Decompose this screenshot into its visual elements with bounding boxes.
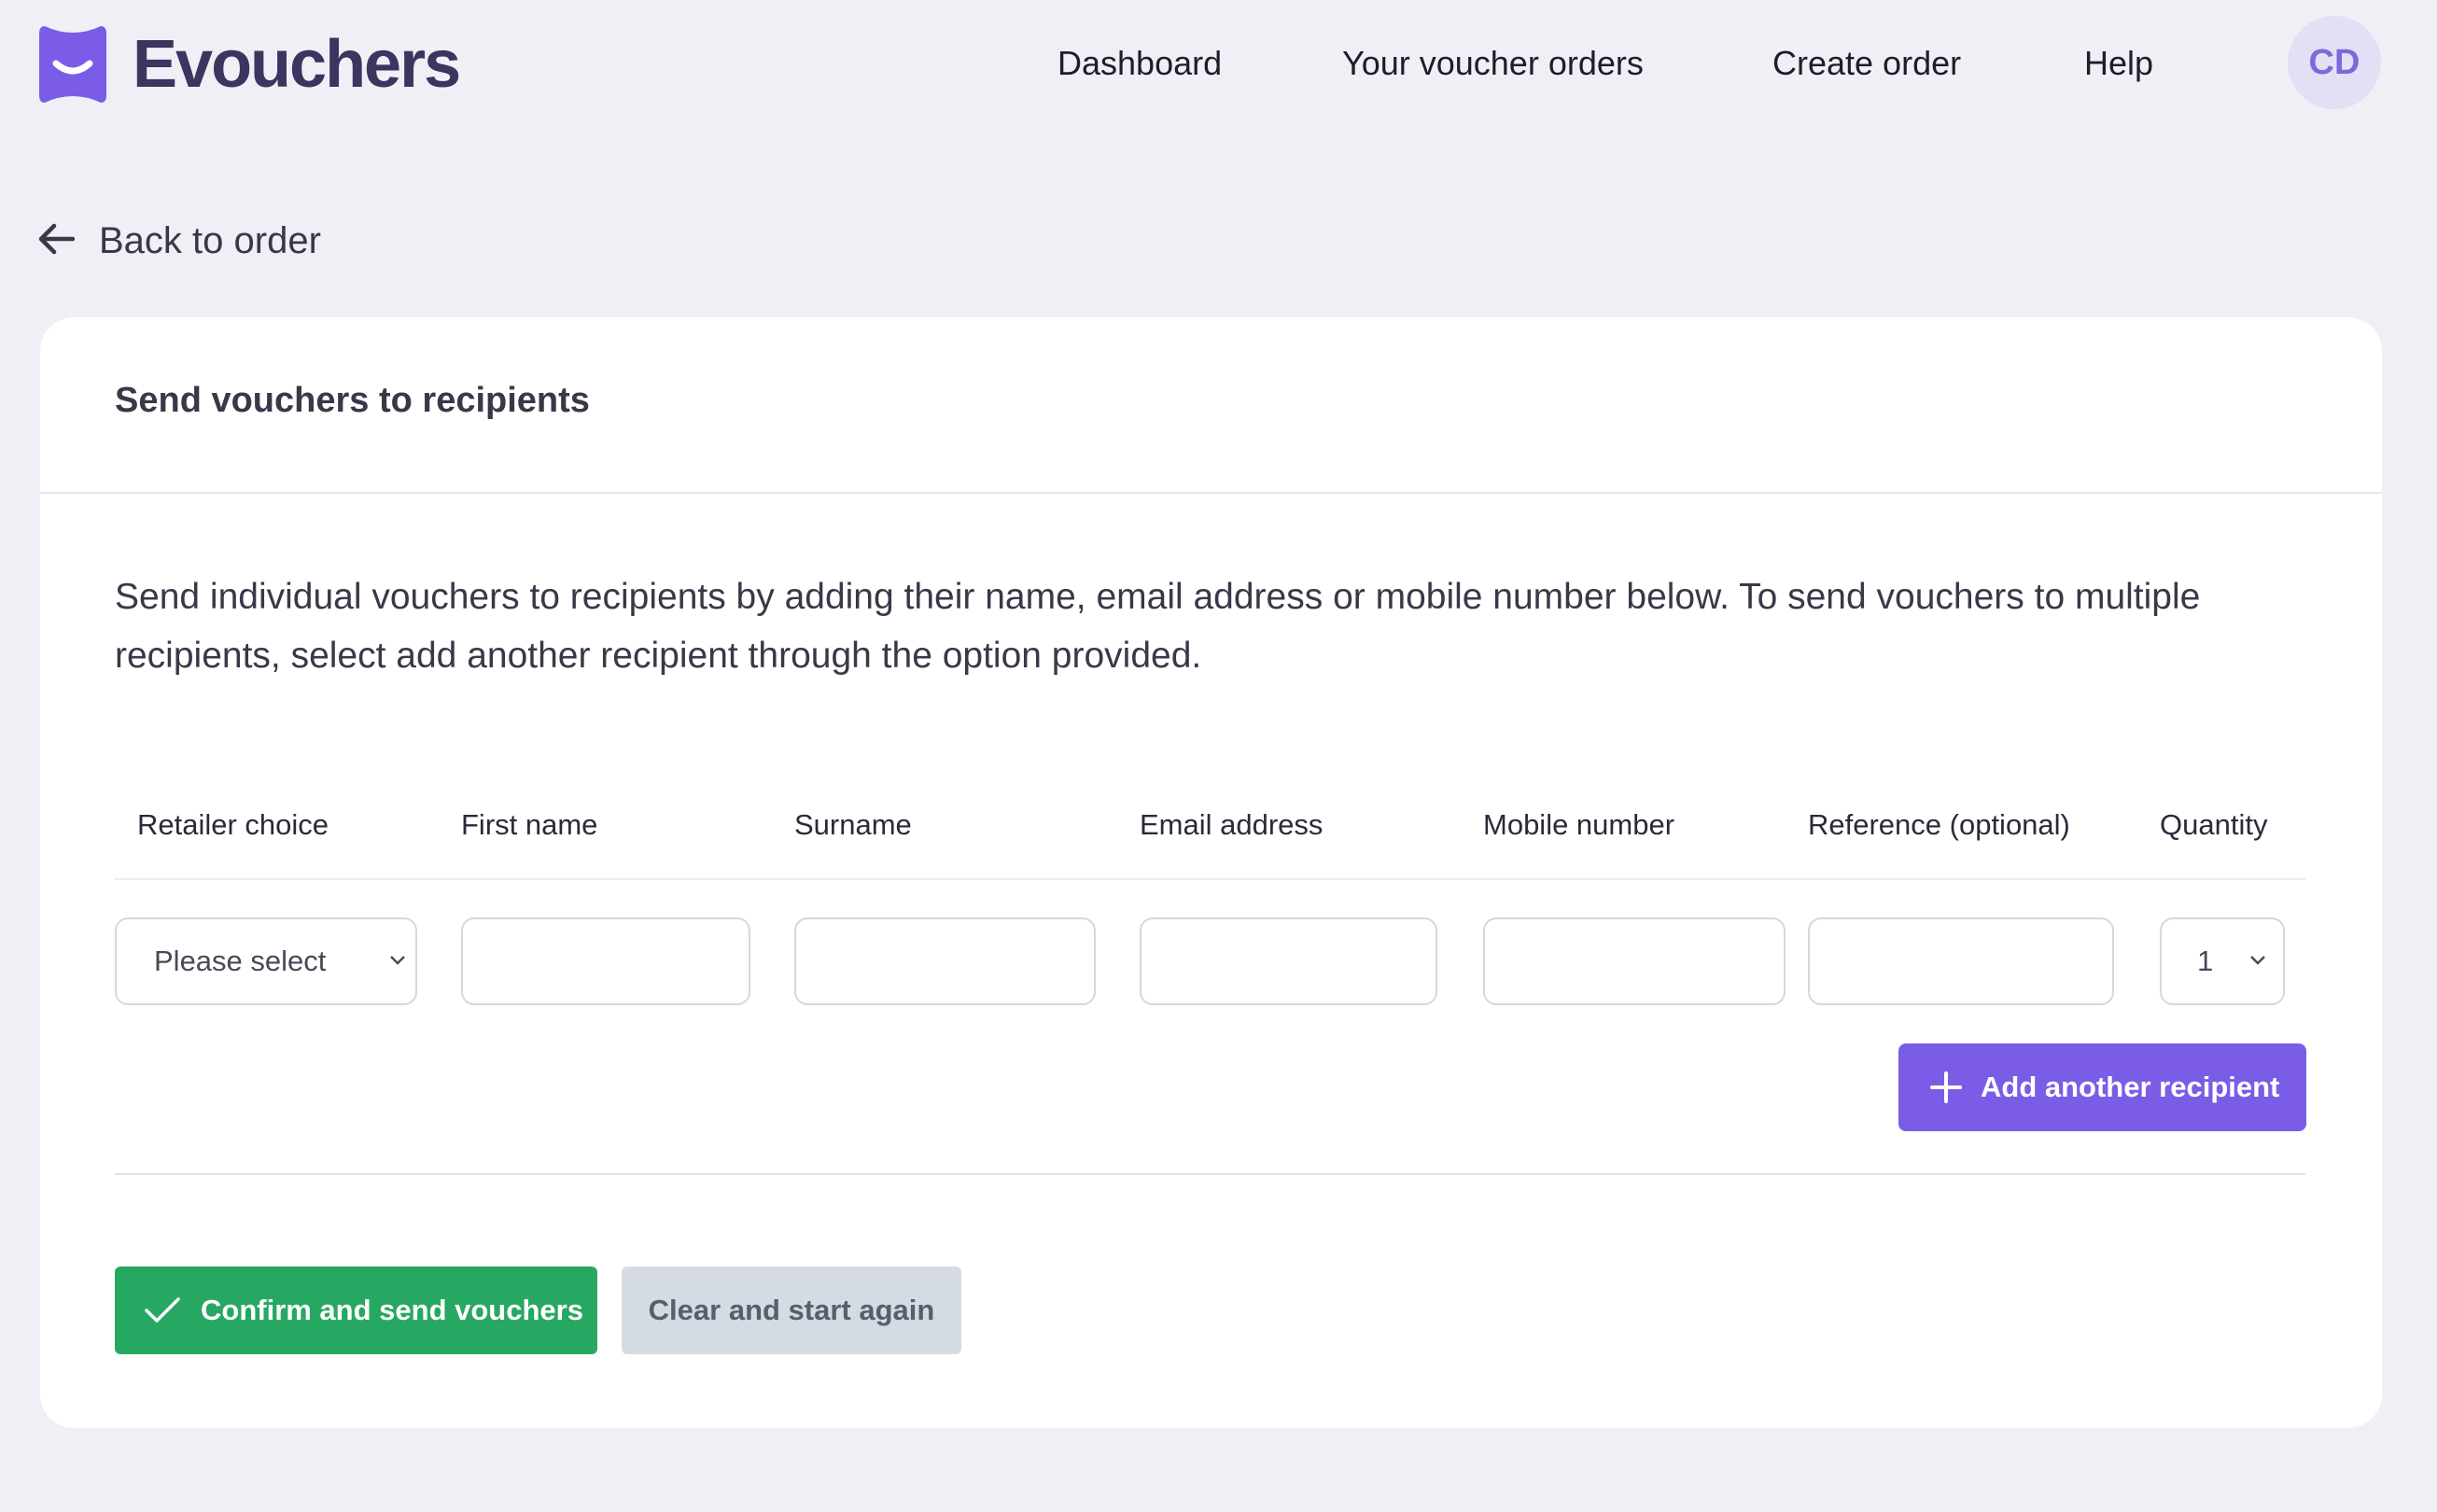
back-link-label: Back to order <box>99 220 321 261</box>
mobile-number-input[interactable] <box>1485 919 1784 1003</box>
col-surname: Surname <box>794 808 912 841</box>
confirm-send-label: Confirm and send vouchers <box>201 1294 583 1326</box>
add-recipient-label: Add another recipient <box>1981 1071 2280 1103</box>
back-to-order-link[interactable]: Back to order <box>37 217 321 265</box>
col-mobile-number: Mobile number <box>1483 808 1675 841</box>
col-retailer-choice: Retailer choice <box>137 808 329 841</box>
first-name-field[interactable] <box>461 917 750 1005</box>
header-row-divider <box>115 878 2305 880</box>
quantity-value: 1 <box>2197 945 2214 977</box>
email-address-input[interactable] <box>1141 919 1436 1003</box>
top-header: Evouchers Dashboard Your voucher orders … <box>0 0 2437 126</box>
surname-input[interactable] <box>796 919 1094 1003</box>
intro-text: Send individual vouchers to recipients b… <box>115 577 2201 676</box>
col-first-name: First name <box>461 808 598 841</box>
quantity-select[interactable]: 1 <box>2160 917 2285 1005</box>
main-nav: Dashboard Your voucher orders Create ord… <box>0 41 2437 86</box>
nav-create-order[interactable]: Create order <box>1772 41 1961 86</box>
col-quantity: Quantity <box>2160 808 2268 841</box>
card-title: Send vouchers to recipients <box>115 381 590 420</box>
surname-field[interactable] <box>794 917 1096 1005</box>
chevron-down-icon <box>2249 954 2266 971</box>
mobile-number-field[interactable] <box>1483 917 1786 1005</box>
add-recipient-button[interactable]: Add another recipient <box>1898 1043 2306 1131</box>
clear-start-again-label: Clear and start again <box>648 1294 935 1326</box>
first-name-input[interactable] <box>463 919 749 1003</box>
retailer-choice-select[interactable]: Please select <box>115 917 417 1005</box>
col-reference: Reference (optional) <box>1808 808 2070 841</box>
reference-field[interactable] <box>1808 917 2114 1005</box>
nav-dashboard[interactable]: Dashboard <box>1057 41 1222 86</box>
clear-start-again-button[interactable]: Clear and start again <box>622 1267 961 1354</box>
retailer-choice-value: Please select <box>154 945 327 977</box>
checkmark-icon <box>145 1297 180 1323</box>
card-header-divider <box>40 492 2382 494</box>
nav-help[interactable]: Help <box>2084 41 2153 86</box>
user-avatar[interactable]: CD <box>2288 16 2381 109</box>
plus-icon <box>1930 1071 1962 1103</box>
actions-divider <box>115 1173 2305 1175</box>
col-email-address: Email address <box>1140 808 1324 841</box>
send-vouchers-card: Send vouchers to recipients Send individ… <box>40 317 2382 1428</box>
confirm-send-button[interactable]: Confirm and send vouchers <box>115 1267 597 1354</box>
nav-voucher-orders[interactable]: Your voucher orders <box>1342 41 1644 86</box>
chevron-down-icon <box>389 954 406 971</box>
reference-input[interactable] <box>1810 919 2112 1003</box>
arrow-left-icon <box>37 222 76 260</box>
email-address-field[interactable] <box>1140 917 1437 1005</box>
